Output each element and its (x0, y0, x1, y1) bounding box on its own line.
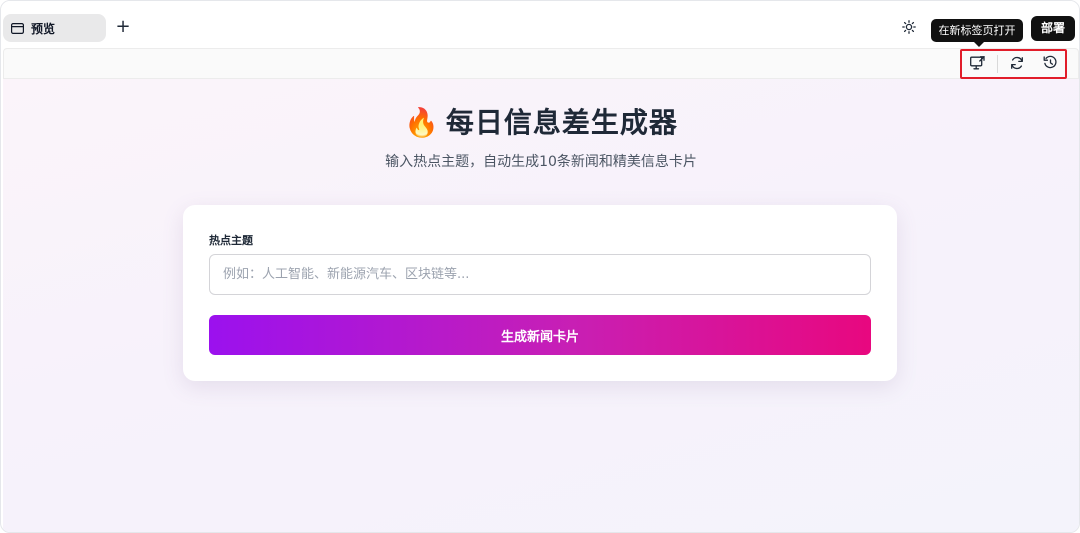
page-subtitle: 输入热点主题，自动生成10条新闻和精美信息卡片 (385, 154, 697, 170)
theme-toggle-button[interactable] (899, 18, 919, 38)
app-window: 预览 + 在新标签页打开 部署 🔥 每日信息差生成器 输入热点主题，自动生成10… (0, 0, 1080, 533)
tab-preview[interactable]: 预览 (3, 14, 106, 42)
browser-window-icon (11, 22, 24, 34)
page-title: 🔥 每日信息差生成器 (1, 101, 1079, 141)
sun-icon (902, 19, 916, 38)
preview-toolbar (3, 48, 1079, 79)
fire-icon: 🔥 (404, 106, 440, 139)
open-in-new-tab-tooltip: 在新标签页打开 (931, 19, 1023, 47)
top-bar: 预览 + 在新标签页打开 部署 (1, 1, 1079, 47)
new-tab-button[interactable]: + (113, 17, 133, 37)
topic-label: 热点主题 (209, 234, 253, 247)
page-title-text: 每日信息差生成器 (445, 106, 678, 139)
highlight-box (960, 49, 1067, 79)
deploy-button[interactable]: 部署 (1031, 16, 1075, 41)
topic-input[interactable] (209, 254, 871, 295)
tab-label: 预览 (31, 21, 56, 36)
generate-cards-button[interactable]: 生成新闻卡片 (209, 315, 871, 355)
